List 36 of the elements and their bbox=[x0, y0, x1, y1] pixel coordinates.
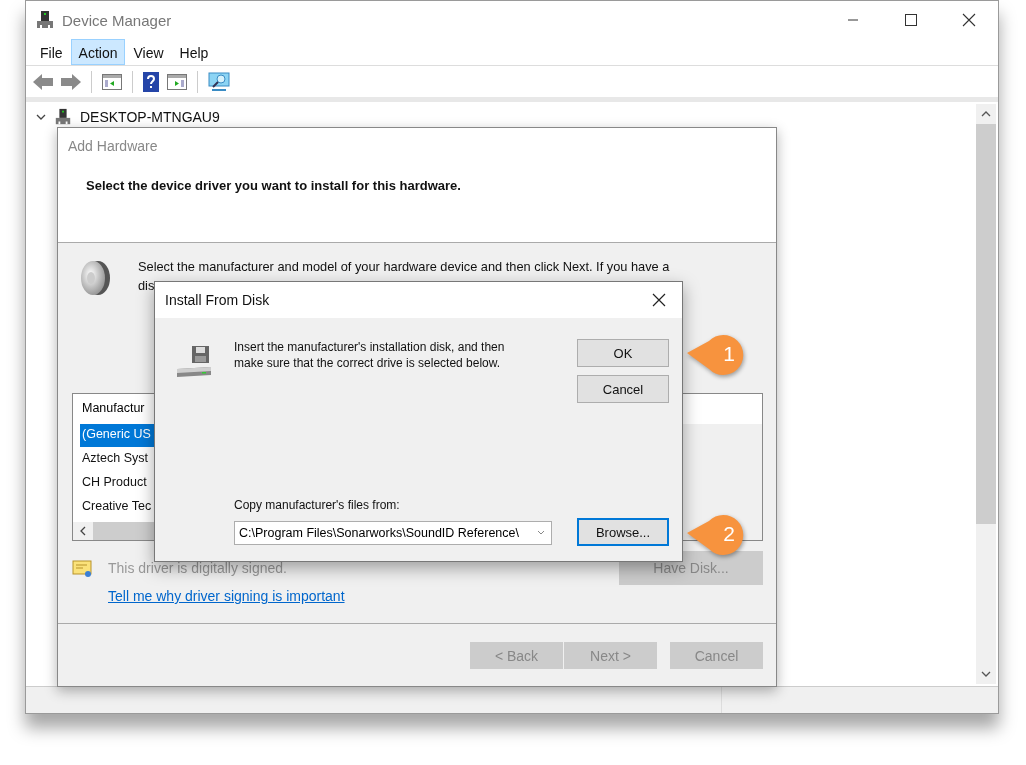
computer-icon bbox=[54, 108, 72, 126]
menu-item[interactable]: File bbox=[32, 39, 71, 65]
dialog-title: Install From Disk bbox=[165, 292, 270, 308]
disk-drive-icon bbox=[175, 345, 213, 379]
speaker-icon bbox=[78, 259, 112, 297]
menu-item[interactable]: View bbox=[125, 39, 172, 65]
close-icon[interactable] bbox=[652, 293, 666, 307]
scrollbar[interactable] bbox=[976, 104, 996, 684]
description-text: dis bbox=[138, 278, 156, 293]
menu-item[interactable]: Action bbox=[70, 39, 126, 65]
menu-item[interactable]: Help bbox=[171, 39, 217, 65]
tree-item[interactable]: DESKTOP-MTNGAU9 bbox=[80, 109, 220, 125]
signature-status: This driver is digitally signed. bbox=[108, 560, 288, 576]
window-title: Device Manager bbox=[62, 11, 172, 29]
certificate-icon bbox=[72, 559, 94, 579]
monitor-icon[interactable] bbox=[207, 70, 231, 93]
dialog-button[interactable]: OK bbox=[577, 339, 669, 367]
panel-icon[interactable] bbox=[166, 71, 188, 92]
dialog-heading: Select the device driver you want to install for this hardware. bbox=[86, 178, 462, 193]
chevron-left-icon[interactable] bbox=[79, 526, 87, 536]
chevron-up-icon[interactable] bbox=[981, 110, 991, 118]
help-icon[interactable] bbox=[142, 70, 160, 93]
dialog-button[interactable]: Cancel bbox=[577, 375, 669, 403]
computer-icon bbox=[36, 10, 54, 30]
back-arrow-icon[interactable] bbox=[32, 71, 54, 92]
forward-arrow-icon[interactable] bbox=[60, 71, 82, 92]
instruction-text: Insert the manufacturer's installation disk, and then make sure that the correct drive is selected below. bbox=[234, 339, 506, 372]
chevron-down-icon[interactable] bbox=[36, 113, 46, 121]
description-text: Select the manufacturer and model of your hardware device and then click Next. If you have a bbox=[138, 259, 670, 274]
field-label: Copy manufacturer's files from: bbox=[234, 498, 401, 512]
browse-button[interactable]: Browse... bbox=[577, 518, 669, 546]
panel-icon[interactable] bbox=[101, 71, 123, 92]
chevron-down-icon[interactable] bbox=[981, 670, 991, 678]
help-link[interactable]: Tell me why driver signing is important bbox=[108, 588, 345, 604]
dialog-title: Add Hardware bbox=[68, 138, 159, 154]
path-dropdown[interactable]: C:\Program Files\Sonarworks\SoundID Reference\ bbox=[234, 521, 552, 545]
